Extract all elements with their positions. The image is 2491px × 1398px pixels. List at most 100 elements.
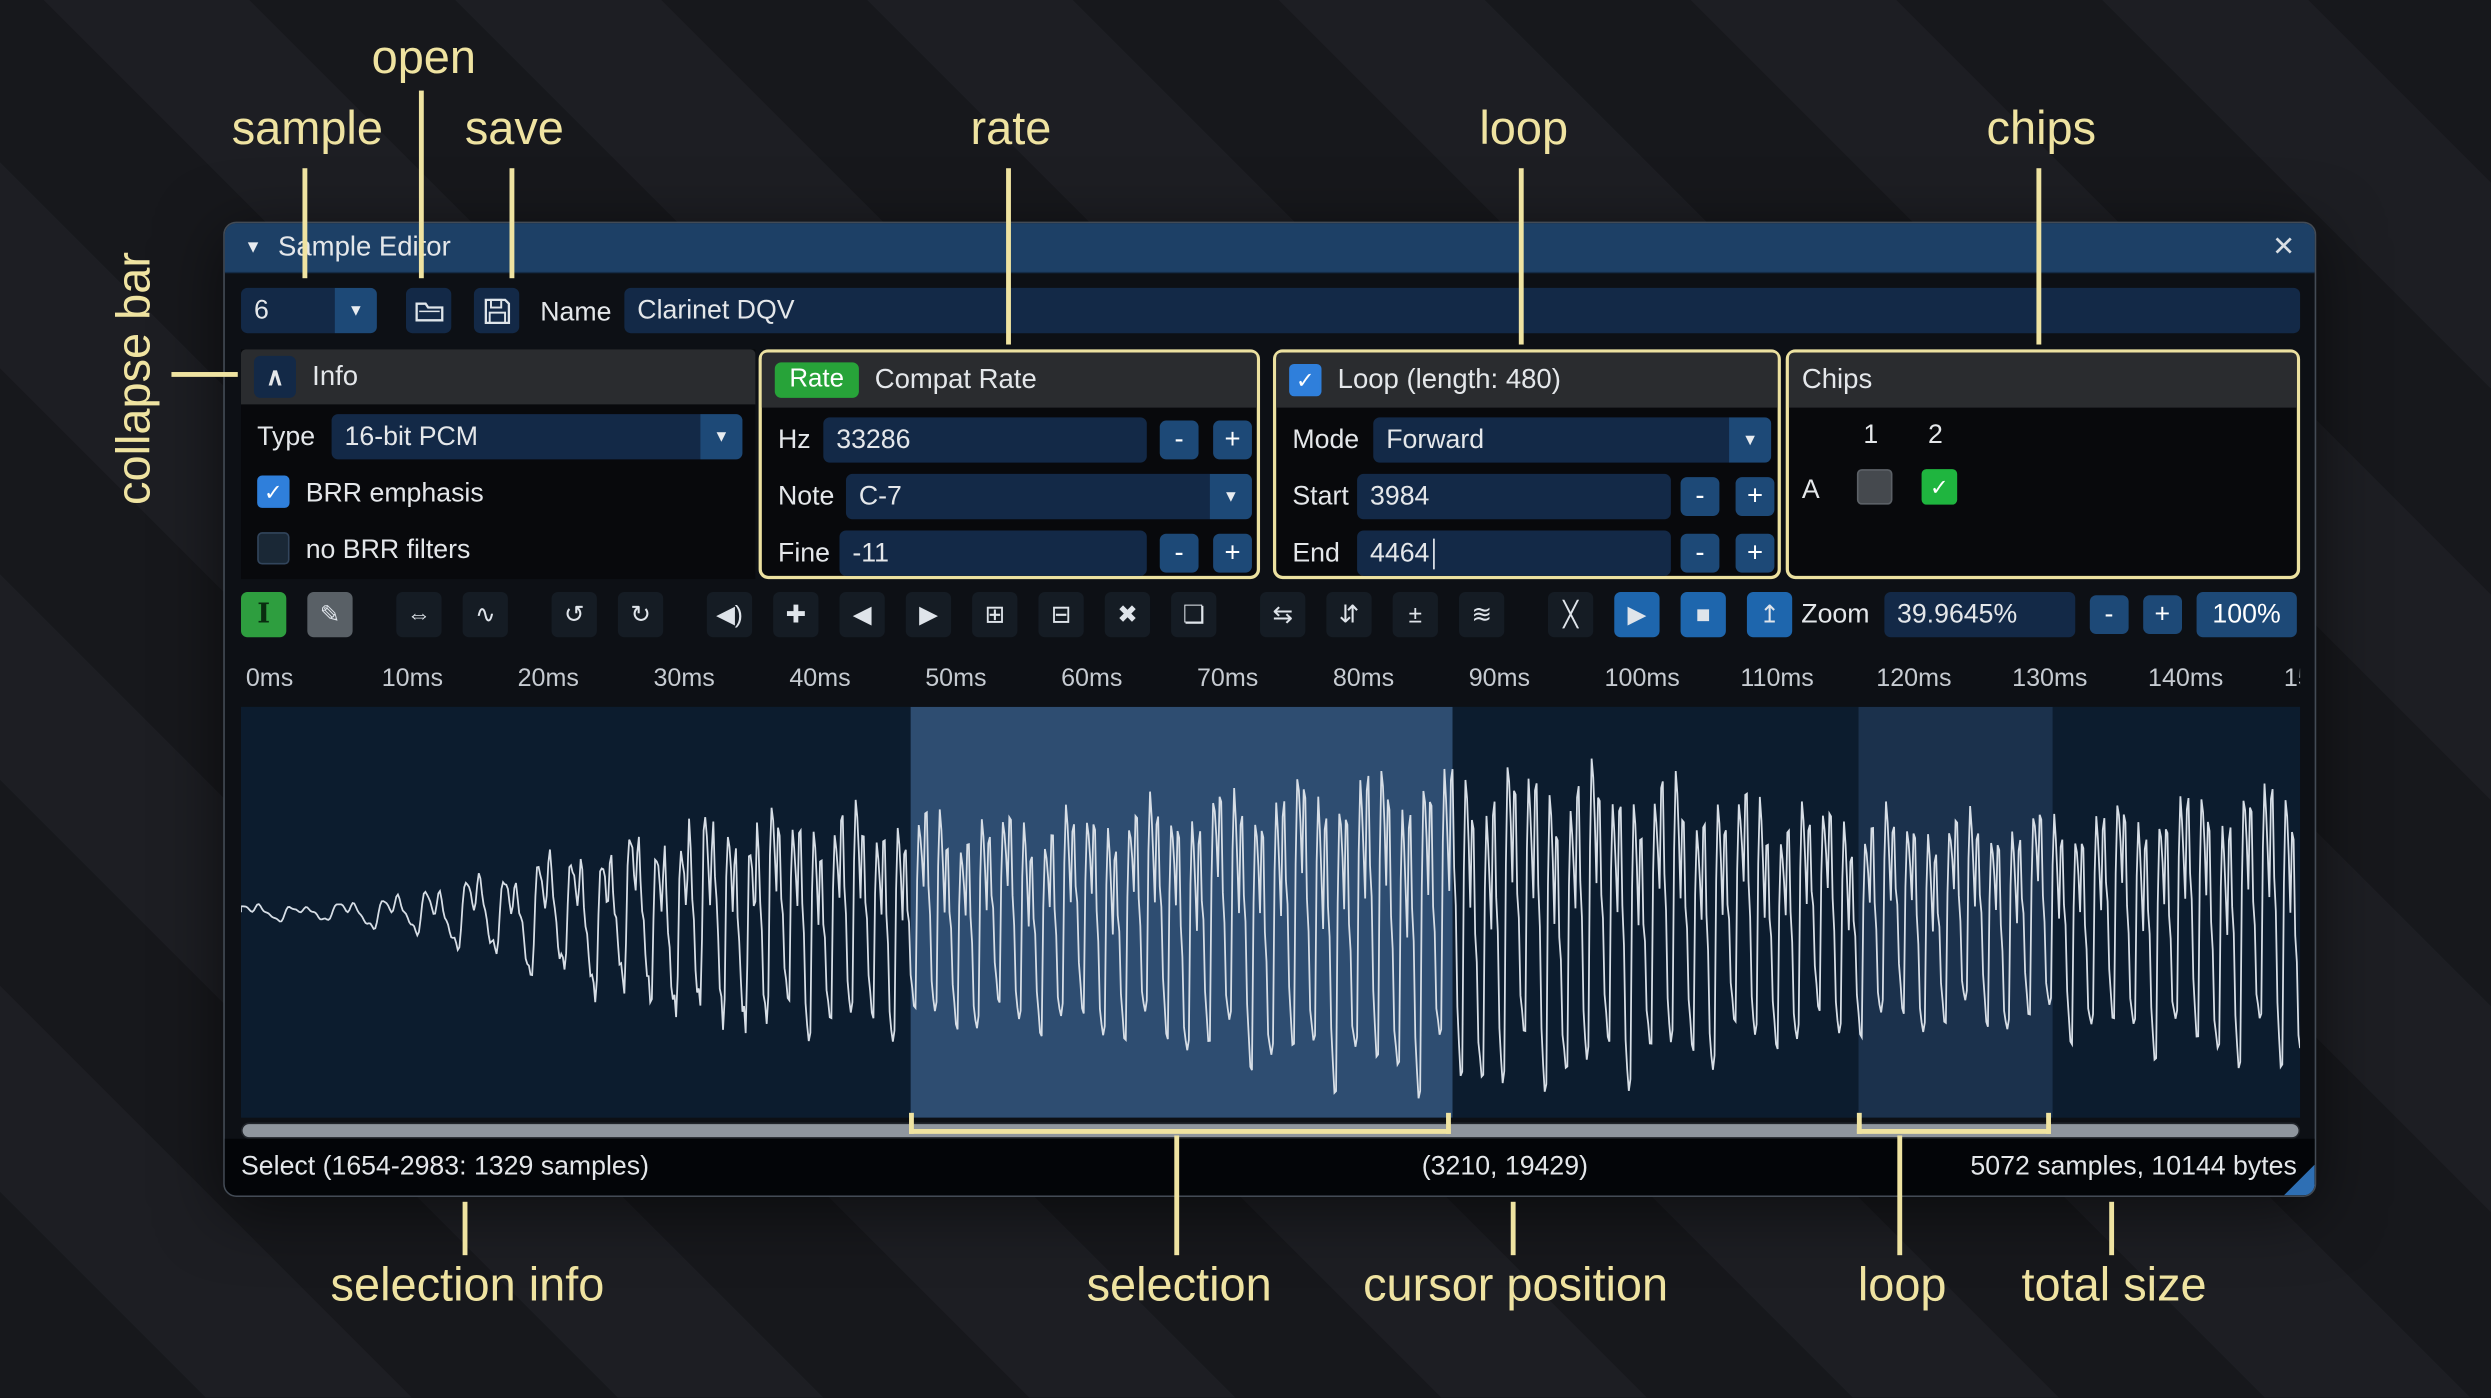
- annotation-total-size-line: [2109, 1201, 2115, 1256]
- zoom-controls: Zoom 39.9645% - + 100%: [1801, 592, 2297, 638]
- zoom-in-button[interactable]: +: [2142, 595, 2182, 635]
- rate-toggle-button[interactable]: Rate: [774, 362, 859, 398]
- loop-end-input[interactable]: 4464: [1357, 530, 1671, 576]
- apply-silence-button[interactable]: ⊟: [1038, 592, 1084, 638]
- preview-button[interactable]: ▶: [1614, 592, 1660, 638]
- waveform-scrollbar[interactable]: [241, 1122, 2301, 1139]
- name-input[interactable]: Clarinet DQV: [624, 287, 2301, 334]
- loop-end-decrease-button[interactable]: -: [1680, 533, 1720, 573]
- apply-filter-button[interactable]: ≋: [1458, 592, 1505, 638]
- loop-end-value: 4464: [1370, 537, 1430, 567]
- timeline-ruler[interactable]: 0ms 10ms 20ms 30ms 40ms 50ms 60ms 70ms 80ms 90ms 1…: [241, 658, 2300, 700]
- apply-silence-icon: ⊟: [1050, 601, 1072, 630]
- rate-panel: Rate Compat Rate Hz 33286 - + Note C-7 ▼…: [758, 349, 1261, 580]
- fade-out-icon: ▶: [919, 601, 938, 630]
- chevron-down-icon: ▼: [700, 414, 743, 460]
- loop-mode-selector[interactable]: Forward ▼: [1373, 417, 1772, 463]
- fine-input[interactable]: -11: [839, 530, 1147, 576]
- sample-selector[interactable]: 6 ▼: [241, 287, 377, 334]
- insert-silence-button[interactable]: ⊞: [972, 592, 1018, 638]
- normalize-button[interactable]: ✚: [773, 592, 819, 638]
- undo-button[interactable]: ↺: [551, 592, 597, 638]
- hz-decrease-button[interactable]: -: [1159, 420, 1199, 460]
- brr-emphasis-label: BRR emphasis: [305, 478, 484, 508]
- reverse-button[interactable]: ⇆: [1260, 592, 1306, 638]
- fade-out-button[interactable]: ▶: [905, 592, 952, 638]
- timeline-tick: 140ms: [2148, 664, 2224, 693]
- redo-button[interactable]: ↻: [617, 592, 664, 638]
- zoom-input[interactable]: 39.9645%: [1884, 592, 2075, 638]
- normalize-icon: ✚: [785, 601, 806, 630]
- info-panel-header: ∧ Info: [241, 349, 756, 405]
- resample-button[interactable]: ∿: [462, 592, 508, 638]
- stop-preview-icon: ■: [1695, 600, 1711, 629]
- note-selector[interactable]: C-7 ▼: [845, 473, 1252, 520]
- waveform-display[interactable]: [241, 706, 2301, 1118]
- annotation-chips-label: chips: [1986, 103, 2097, 156]
- zoom-reset-button[interactable]: 100%: [2196, 592, 2297, 638]
- chip-1-checkbox[interactable]: [1856, 469, 1893, 505]
- zoom-out-button[interactable]: -: [2089, 595, 2129, 635]
- window-title: Sample Editor: [278, 231, 451, 263]
- delete-button[interactable]: ✖: [1104, 592, 1151, 638]
- invert-button[interactable]: ⇵: [1326, 592, 1372, 638]
- amplify-icon: ◀): [716, 601, 743, 630]
- trim-button[interactable]: ❏: [1171, 592, 1217, 638]
- reverse-icon: ⇆: [1272, 601, 1293, 630]
- apply-filter-icon: ≋: [1471, 601, 1492, 630]
- crossfade-loop-icon: ╳: [1563, 601, 1578, 630]
- chevron-down-icon: ▼: [1729, 417, 1772, 463]
- loop-panel: ✓ Loop (length: 480) Mode Forward ▼ Star…: [1272, 349, 1781, 580]
- no-brr-filters-checkbox[interactable]: [257, 532, 290, 565]
- draw-mode-button[interactable]: ✎: [307, 592, 353, 638]
- chips-title: Chips: [1801, 363, 1873, 395]
- upload-sample-icon: ↥: [1759, 601, 1780, 630]
- annotation-selection-info-line: [462, 1201, 468, 1256]
- upload-sample-button[interactable]: ↥: [1746, 592, 1793, 638]
- loop-start-decrease-button[interactable]: -: [1680, 477, 1720, 516]
- resize-button[interactable]: ⇔: [396, 592, 442, 638]
- fine-increase-button[interactable]: +: [1213, 533, 1252, 573]
- fine-decrease-button[interactable]: -: [1159, 533, 1199, 573]
- note-value: C-7: [858, 481, 902, 511]
- loop-start-increase-button[interactable]: +: [1735, 477, 1775, 516]
- delete-icon: ✖: [1117, 601, 1138, 630]
- annotation-cursor-position-line: [1510, 1201, 1516, 1256]
- timeline-tick: 40ms: [789, 664, 851, 693]
- amplify-button[interactable]: ◀): [706, 592, 753, 638]
- chips-column-2-label: 2: [1928, 420, 1943, 450]
- loop-end-increase-button[interactable]: +: [1735, 533, 1775, 573]
- edit-mode-button[interactable]: I: [241, 592, 287, 638]
- titlebar[interactable]: ▼ Sample Editor ✕: [224, 223, 2315, 274]
- save-button[interactable]: [473, 287, 520, 334]
- loop-checkbox[interactable]: ✓: [1289, 363, 1322, 397]
- chip-2-checkbox[interactable]: ✓: [1921, 469, 1958, 505]
- loop-start-input[interactable]: 3984: [1357, 473, 1671, 520]
- zoom-label: Zoom: [1801, 599, 1870, 629]
- hz-input[interactable]: 33286: [823, 417, 1147, 463]
- hz-label: Hz: [778, 425, 811, 455]
- stop-preview-button[interactable]: ■: [1680, 592, 1726, 638]
- annotation-total-size-label: total size: [2021, 1260, 2207, 1312]
- signed-unsigned-button[interactable]: ±: [1392, 592, 1438, 638]
- chevron-down-icon: ▼: [1209, 473, 1252, 520]
- loop-title: Loop (length: 480): [1337, 363, 1561, 395]
- annotation-open-label: open: [371, 32, 476, 85]
- close-icon[interactable]: ✕: [2272, 231, 2295, 263]
- scrollbar-thumb[interactable]: [242, 1124, 2299, 1138]
- loop-mode-value: Forward: [1386, 424, 1485, 454]
- crossfade-loop-button[interactable]: ╳: [1547, 592, 1594, 638]
- fade-in-icon: ◀: [852, 601, 872, 630]
- open-button[interactable]: [405, 287, 452, 334]
- chips-panel-header: Chips: [1788, 352, 2297, 408]
- collapse-bar-button[interactable]: ∧: [253, 355, 297, 398]
- folder-icon: [414, 301, 443, 321]
- type-selector[interactable]: 16-bit PCM ▼: [331, 414, 743, 460]
- hz-increase-button[interactable]: +: [1213, 420, 1252, 460]
- timeline-tick: 70ms: [1196, 664, 1259, 693]
- brr-emphasis-checkbox[interactable]: ✓: [257, 475, 290, 508]
- fade-in-button[interactable]: ◀: [839, 592, 885, 638]
- note-label: Note: [778, 482, 835, 512]
- window-collapse-icon[interactable]: ▼: [244, 238, 262, 257]
- chips-panel: Chips 1 2 A ✓: [1785, 349, 2301, 580]
